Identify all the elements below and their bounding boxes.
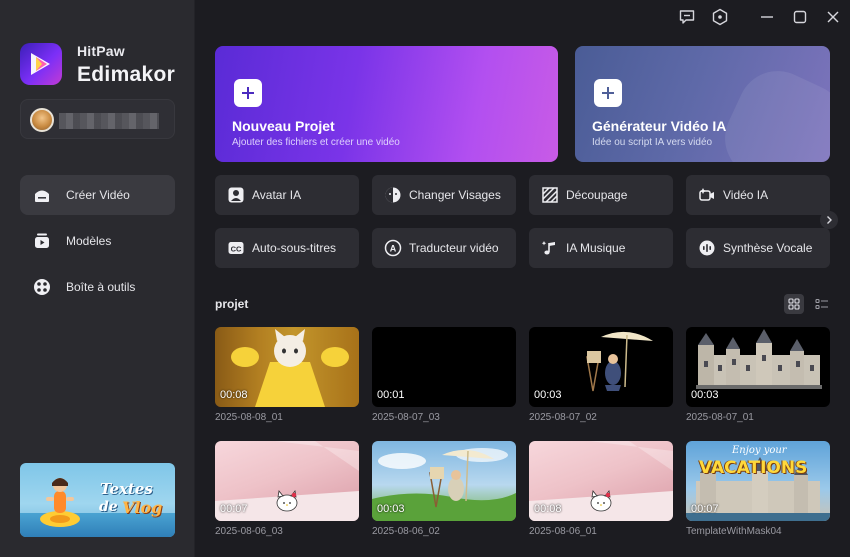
svg-text:A: A [390, 244, 397, 254]
ai-video-generator-subtitle: Idée ou script IA vers vidéo [592, 137, 713, 148]
ai-video-generator-title: Générateur Vidéo IA [592, 118, 727, 134]
music-icon [541, 241, 555, 255]
templates-icon [35, 233, 49, 248]
project-thumbnail[interactable]: Enjoy your VACATIONS 00:07 [686, 441, 830, 521]
nav-label: Boîte à outils [66, 280, 136, 294]
project-name: 2025-08-07_01 [686, 412, 754, 423]
tool-label: Auto-sous-titres [252, 241, 337, 255]
tool-voice-synthesis[interactable]: Synthèse Vocale [686, 228, 830, 268]
duration-label: 00:07 [691, 503, 719, 515]
project-thumbnail[interactable]: 00:03 [686, 327, 830, 407]
list-view-icon[interactable] [812, 294, 832, 314]
tool-label: Changer Visages [409, 188, 501, 202]
nav-item-toolbox[interactable]: Boîte à outils [20, 267, 175, 307]
duration-label: 00:03 [377, 503, 405, 515]
ai-video-generator-card[interactable]: Générateur Vidéo IA Idée ou script IA ve… [575, 46, 830, 162]
decorative-shape [711, 57, 830, 162]
duration-label: 00:01 [377, 389, 405, 401]
duration-label: 00:08 [220, 389, 248, 401]
cutout-icon [542, 187, 558, 203]
vacations-caption-small: Enjoy your [732, 445, 787, 456]
plus-icon [594, 79, 622, 107]
toolbox-icon [34, 279, 50, 295]
promo-title-line2b: Vlog [122, 498, 163, 517]
tool-label: Avatar IA [252, 188, 302, 202]
project-name: 2025-08-06_01 [529, 526, 597, 537]
project-name: 2025-08-06_02 [372, 526, 440, 537]
project-name: 2025-08-06_03 [215, 526, 283, 537]
new-project-title: Nouveau Projet [232, 118, 335, 134]
brand-name-main: Edimakor [77, 63, 176, 86]
vlog-text-promo-banner[interactable]: Textes de Vlog [20, 463, 175, 537]
project-name: 2025-08-08_01 [215, 412, 283, 423]
maximize-icon[interactable] [790, 7, 810, 27]
tool-label: Synthèse Vocale [723, 241, 813, 255]
tool-video-translator[interactable]: A Traducteur vidéo [372, 228, 516, 268]
close-icon[interactable] [823, 7, 843, 27]
tool-cutout[interactable]: Découpage [529, 175, 673, 215]
user-account[interactable] [20, 99, 175, 139]
projects-section-title: projet [215, 297, 249, 311]
tool-ai-video[interactable]: Vidéo IA [686, 175, 830, 215]
project-thumbnail[interactable]: 00:07 [215, 441, 359, 521]
promo-girl-illustration [40, 478, 80, 527]
tool-face-swap[interactable]: Changer Visages [372, 175, 516, 215]
new-project-subtitle: Ajouter des fichiers et créer une vidéo [232, 137, 400, 148]
new-project-card[interactable]: Nouveau Projet Ajouter des fichiers et c… [215, 46, 558, 162]
tool-label: Découpage [566, 188, 628, 202]
minimize-icon[interactable] [757, 7, 777, 27]
project-thumbnail[interactable]: 00:08 [529, 441, 673, 521]
svg-text:CC: CC [231, 244, 242, 253]
duration-label: 00:03 [691, 389, 719, 401]
avatar [30, 108, 54, 132]
ai-video-icon [699, 188, 714, 201]
cc-icon: CC [228, 242, 244, 254]
sidebar: HitPaw Edimakor Créer Vidéo Modèles Boît… [0, 0, 195, 557]
avatar-icon [228, 187, 244, 203]
grid-view-icon[interactable] [784, 294, 804, 314]
home-icon [35, 190, 49, 202]
feedback-icon[interactable] [677, 7, 697, 27]
project-thumbnail[interactable]: 00:03 [529, 327, 673, 407]
vacations-caption-big: VACATIONS [699, 458, 808, 478]
promo-title-line2a: de [99, 499, 118, 515]
face-swap-icon [385, 187, 401, 203]
user-name-blurred [59, 113, 159, 129]
nav-label: Créer Vidéo [66, 188, 130, 202]
tool-label: Traducteur vidéo [409, 241, 499, 255]
tool-label: IA Musique [566, 241, 626, 255]
nav-item-create-video[interactable]: Créer Vidéo [20, 175, 175, 215]
translate-icon: A [384, 239, 402, 257]
settings-icon[interactable] [710, 7, 730, 27]
project-name: 2025-08-07_02 [529, 412, 597, 423]
project-name: TemplateWithMask04 [686, 526, 782, 537]
duration-label: 00:07 [220, 503, 248, 515]
tool-auto-subtitles[interactable]: CC Auto-sous-titres [215, 228, 359, 268]
duration-label: 00:08 [534, 503, 562, 515]
nav-label: Modèles [66, 234, 112, 248]
brand-name-top: HitPaw [77, 43, 125, 59]
project-thumbnail[interactable]: 00:03 [372, 441, 516, 521]
voice-icon [699, 240, 715, 256]
plus-icon [234, 79, 262, 107]
promo-title-line1: Textes [100, 480, 153, 498]
tool-ai-music[interactable]: IA Musique [529, 228, 673, 268]
project-thumbnail[interactable]: 00:01 [372, 327, 516, 407]
project-thumbnail[interactable]: 00:08 [215, 327, 359, 407]
chevron-right-icon[interactable] [820, 211, 838, 229]
tool-label: Vidéo IA [723, 188, 769, 202]
tool-avatar-ia[interactable]: Avatar IA [215, 175, 359, 215]
project-name: 2025-08-07_03 [372, 412, 440, 423]
duration-label: 00:03 [534, 389, 562, 401]
nav-item-templates[interactable]: Modèles [20, 221, 175, 261]
edimakor-logo-icon [20, 43, 62, 85]
